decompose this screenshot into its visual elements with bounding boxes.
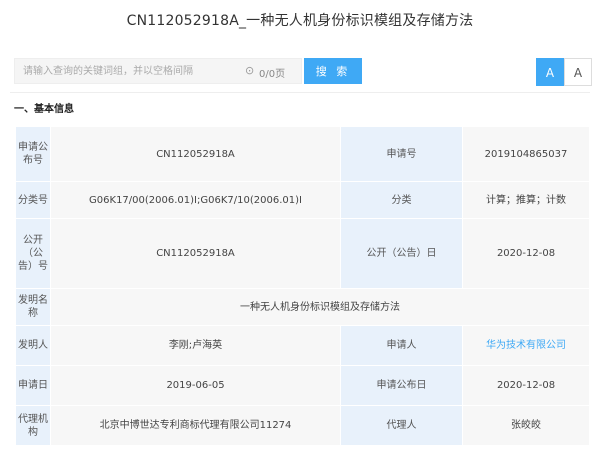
section-heading: 一、基本信息 [14,104,74,115]
grant-number-label: 公开（公告）号 [15,218,51,289]
class-number-label: 分类号 [15,181,51,219]
agent-label: 代理人 [340,405,463,446]
font-size-large-button[interactable]: A [536,58,564,86]
grant-date-value: 2020-12-08 [462,218,590,289]
invention-name-label: 发明名称 [15,288,51,326]
table-row: 申请公布号 CN112052918A 申请号 2019104865037 [15,126,590,182]
app-number-value: 2019104865037 [462,126,590,182]
search-result-count: 0/0页 [259,69,286,80]
font-size-small-button[interactable]: A [564,58,592,86]
category-value: 计算；推算；计数 [462,181,590,219]
app-date-value: 2019-06-05 [50,365,341,406]
table-row: 代理机构 北京中博世达专利商标代理有限公司11274 代理人 张皎皎 [15,405,590,446]
search-button[interactable]: 搜 索 [304,58,362,84]
pub-number-value: CN112052918A [50,126,341,182]
page-title: CN112052918A_一种无人机身份标识模组及存储方法 [126,13,474,29]
class-number-value: G06K17/00(2006.01)I;G06K7/10(2006.01)I [50,181,341,219]
search-input[interactable] [23,59,243,83]
table-row: 公开（公告）号 CN112052918A 公开（公告）日 2020-12-08 [15,218,590,289]
app-pub-date-label: 申请公布日 [340,365,463,406]
grant-date-label: 公开（公告）日 [340,218,463,289]
search-box: ⊙ 0/0页 [14,58,302,84]
category-label: 分类 [340,181,463,219]
app-number-label: 申请号 [340,126,463,182]
applicant-label: 申请人 [340,325,463,366]
table-row: 分类号 G06K17/00(2006.01)I;G06K7/10(2006.01… [15,181,590,219]
agency-label: 代理机构 [15,405,51,446]
app-pub-date-value: 2020-12-08 [462,365,590,406]
app-date-label: 申请日 [15,365,51,406]
table-row: 发明人 李刚;卢海英 申请人 华为技术有限公司 [15,325,590,366]
inventor-label: 发明人 [15,325,51,366]
clear-icon[interactable]: ⊙ [245,64,254,78]
table-row: 申请日 2019-06-05 申请公布日 2020-12-08 [15,365,590,406]
table-row: 发明名称 一种无人机身份标识模组及存储方法 [15,288,590,326]
section-divider [10,92,590,93]
invention-name-value: 一种无人机身份标识模组及存储方法 [50,288,590,326]
basic-info-table: 申请公布号 CN112052918A 申请号 2019104865037 分类号… [15,126,590,446]
agent-value: 张皎皎 [462,405,590,446]
agency-value: 北京中博世达专利商标代理有限公司11274 [50,405,341,446]
grant-number-value: CN112052918A [50,218,341,289]
applicant-link[interactable]: 华为技术有限公司 [462,325,590,366]
inventor-value: 李刚;卢海英 [50,325,341,366]
search-toolbar: ⊙ 0/0页 搜 索 A A [14,58,592,86]
pub-number-label: 申请公布号 [15,126,51,182]
